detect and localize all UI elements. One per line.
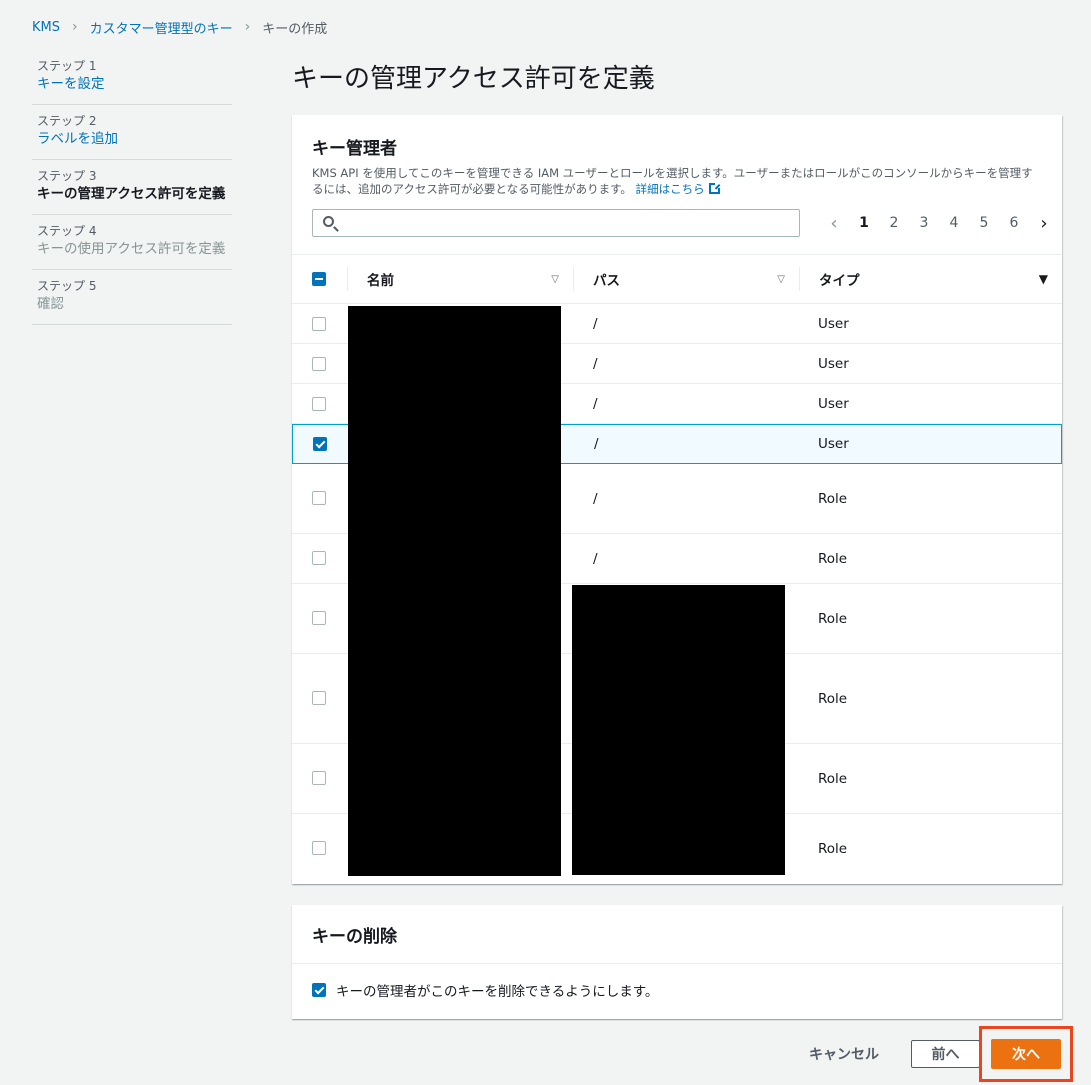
external-link-icon [708,182,721,194]
row-path: / [593,395,598,412]
redacted-name-column [348,306,561,876]
search-icon [323,216,334,227]
row-checkbox[interactable] [312,771,326,785]
row-path: / [593,550,598,567]
page-4[interactable]: 4 [939,215,969,231]
allow-deletion-checkbox[interactable] [312,983,326,997]
step-number: ステップ 4 [37,224,97,238]
column-name[interactable]: 名前 ▽ [348,255,573,303]
divider [292,963,1062,964]
step-2-link[interactable]: ラベルを追加 [37,129,227,149]
step-1: ステップ 1 キーを設定 [32,50,232,105]
sort-descending-icon: ▼ [1038,272,1048,286]
step-2: ステップ 2 ラベルを追加 [32,105,232,160]
step-4: ステップ 4 キーの使用アクセス許可を定義 [32,215,232,270]
step-number: ステップ 1 [37,59,97,73]
cancel-button[interactable]: キャンセル [795,1040,893,1068]
panel-description: KMS API を使用してこのキーを管理できる IAM ユーザーとロールを選択し… [312,166,1033,196]
row-path: / [593,315,598,332]
page-1[interactable]: 1 [849,215,879,231]
search-box [312,209,800,237]
page-6[interactable]: 6 [999,215,1029,231]
step-5-label: 確認 [37,296,64,312]
breadcrumb-kms[interactable]: KMS [32,20,60,35]
row-path: / [594,436,599,452]
search-input[interactable] [343,213,787,235]
chevron-left-icon[interactable]: ‹ [819,213,849,234]
wizard-steps: ステップ 1 キーを設定 ステップ 2 ラベルを追加 ステップ 3 キーの管理ア… [32,50,232,325]
row-type: Role [818,770,848,787]
row-type: Role [818,490,848,507]
row-checkbox[interactable] [312,551,326,565]
row-checkbox[interactable] [313,437,327,451]
breadcrumb: KMS › カスタマー管理型のキー › キーの作成 [32,17,327,37]
previous-button[interactable]: 前へ [911,1040,980,1068]
row-checkbox[interactable] [312,691,326,705]
row-checkbox[interactable] [312,841,326,855]
select-all-checkbox[interactable] [312,272,326,286]
sort-icon: ▽ [551,273,559,285]
row-checkbox[interactable] [312,397,326,411]
row-type: User [818,315,849,332]
row-type: Role [818,690,848,707]
row-type: User [818,436,849,452]
breadcrumb-current: キーの作成 [262,21,328,37]
step-4-label: キーの使用アクセス許可を定義 [37,241,226,257]
chevron-right-icon: › [72,19,78,35]
next-button-highlight: 次へ [979,1026,1073,1082]
allow-deletion-option[interactable]: キーの管理者がこのキーを削除できるようにします。 [312,980,658,1000]
key-deletion-panel: キーの削除 キーの管理者がこのキーを削除できるようにします。 [292,905,1062,1019]
row-checkbox[interactable] [312,317,326,331]
panel-title: キー管理者 [312,139,397,159]
row-type: Role [818,841,848,857]
row-type: Role [818,550,848,567]
breadcrumb-customer-managed-keys[interactable]: カスタマー管理型のキー [90,18,233,37]
pagination: ‹ 1 2 3 4 5 6 › [819,209,1059,237]
allow-deletion-label: キーの管理者がこのキーを削除できるようにします。 [336,984,659,1000]
learn-more-link[interactable]: 詳細はこちら [636,182,721,196]
row-checkbox[interactable] [312,491,326,505]
step-1-link[interactable]: キーを設定 [37,74,227,94]
step-number: ステップ 2 [37,114,97,128]
panel-title: キーの削除 [312,926,397,947]
chevron-right-icon: › [244,19,251,35]
step-3-label: キーの管理アクセス許可を定義 [37,186,226,202]
row-checkbox[interactable] [312,611,326,625]
row-checkbox[interactable] [312,357,326,371]
column-type[interactable]: タイプ ▼ [800,255,1062,303]
page-3[interactable]: 3 [909,215,939,231]
chevron-right-icon[interactable]: › [1029,213,1059,234]
row-type: User [818,395,849,412]
step-3: ステップ 3 キーの管理アクセス許可を定義 [32,160,232,215]
next-button[interactable]: 次へ [991,1039,1061,1069]
row-type: Role [818,610,848,627]
step-5: ステップ 5 確認 [32,270,232,325]
page-title: キーの管理アクセス許可を定義 [292,64,655,94]
column-path[interactable]: パス ▽ [574,255,799,303]
redacted-path-column [572,585,785,875]
sort-icon: ▽ [777,273,785,285]
row-path: / [593,490,598,507]
page-2[interactable]: 2 [879,215,909,231]
row-type: User [818,355,849,372]
step-number: ステップ 5 [37,279,97,293]
table-header: 名前 ▽ パス ▽ タイプ ▼ [292,254,1062,304]
step-number: ステップ 3 [37,169,97,183]
key-administrators-panel: キー管理者 KMS API を使用してこのキーを管理できる IAM ユーザーとロ… [292,115,1062,884]
row-path: / [593,355,598,372]
page-5[interactable]: 5 [969,215,999,231]
